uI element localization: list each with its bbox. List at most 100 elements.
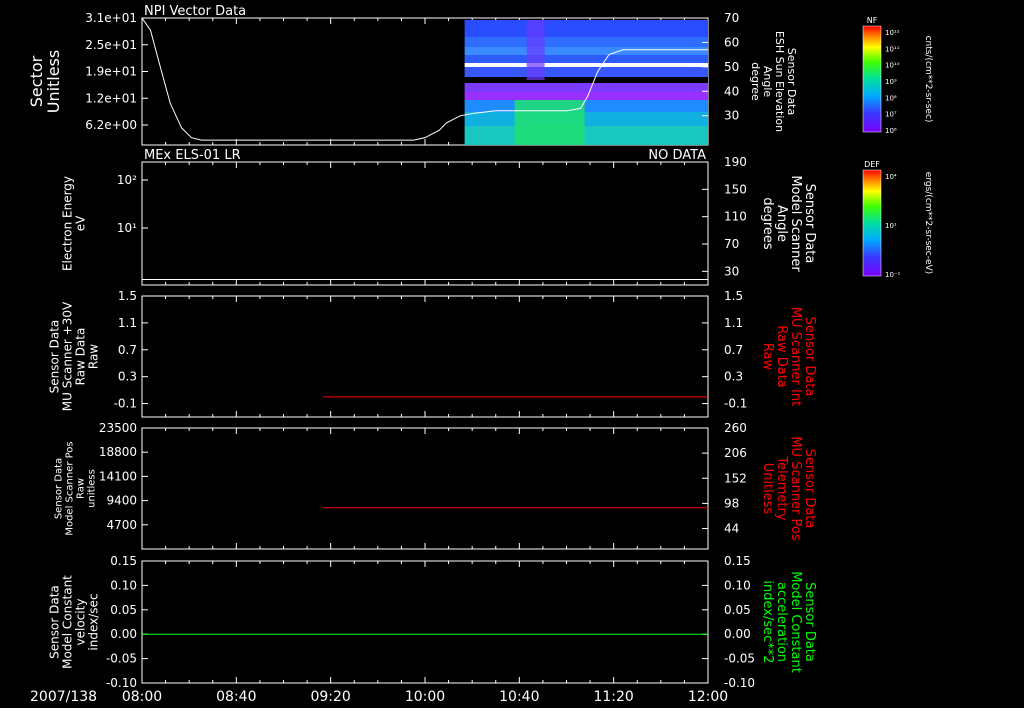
ylabel-left: MU Scanner +30V [61, 301, 75, 411]
ytick-right-label: 44 [724, 522, 739, 536]
time-tick-label: 11:20 [593, 689, 633, 705]
colorbar-gradient [862, 169, 882, 277]
ytick-right-label: 70 [724, 11, 739, 25]
colorbar-tick-label: 10⁷ [885, 111, 897, 119]
ytick-right-label: 30 [724, 264, 739, 278]
ylabel-left: Raw [76, 478, 87, 499]
ytick-left-label: 0.00 [110, 627, 137, 641]
ytick-left-label: 6.2e+00 [85, 118, 137, 132]
ytick-right-label: -0.1 [724, 397, 747, 411]
panel-right-title: NO DATA [648, 148, 706, 163]
spectrogram [464, 20, 708, 145]
ytick-left-label: 9400 [106, 494, 137, 508]
multi-panel-plot: 3.1e+01 2.5e+01 1.9e+01 1.2e+01 6.2e+00 70 60 5… [27, 4, 933, 705]
spectrogram-band [464, 37, 708, 47]
colorbar-tick-label: 10⁶ [885, 127, 897, 135]
ytick-right-label: 0.7 [724, 343, 743, 357]
ytick-left-label: 10¹ [117, 221, 137, 235]
ytick-right-label: 110 [724, 210, 747, 224]
ylabel-right: Raw [760, 343, 775, 371]
ylabel-right: Unitless [760, 463, 775, 515]
ylabel-left: Model Scanner Pos [65, 441, 76, 535]
spectrogram-hot-region [514, 100, 585, 145]
spectrogram-band [464, 83, 708, 92]
ytick-left-label: 10² [117, 173, 137, 187]
colorbar-units: cnts/(cm**2-sr-sec) [923, 36, 933, 123]
ytick-left-label: 0.05 [110, 603, 137, 617]
colorbar-label: DEF [864, 160, 880, 169]
ytick-right-label: 1.1 [724, 316, 743, 330]
time-tick-label: 10:00 [405, 689, 445, 705]
ylabel-right: index/sec**2 [760, 580, 775, 663]
colorbar-1: NF 10¹² 10¹¹ 10¹⁰ 10⁹ 10⁸ 10⁷ 10⁶ cnts/(cm**2-sr… [862, 16, 933, 135]
ytick-right-label: 98 [724, 496, 739, 510]
spectrogram-band [464, 100, 708, 112]
ylabel-right: Model Scanner [788, 175, 803, 272]
panel-3: 1.5 1.1 0.7 0.3 -0.1 1.5 1.1 0.7 0.3 -0.1 Sensor D… [48, 289, 817, 418]
spectrogram-band [464, 67, 708, 77]
ytick-right-label: 0.15 [724, 554, 751, 568]
spectrogram-band [464, 77, 708, 83]
time-tick-label: 08:00 [122, 689, 162, 705]
panel-5: 0.15 0.10 0.05 0.00 -0.05 -0.10 0.15 0.10 0.05 0.… [48, 554, 818, 690]
ylabel-left: Model Constant [61, 575, 75, 669]
ytick-left-label: 3.1e+01 [85, 11, 137, 25]
ytick-right-label: 40 [724, 84, 739, 98]
colorbar-label: NF [867, 16, 878, 25]
spectrogram-band [464, 63, 708, 67]
time-tick-label: 09:20 [310, 689, 350, 705]
spectrogram-band [464, 126, 708, 145]
ylabel-right: MU Scanner Pos [788, 436, 803, 541]
ytick-right-label: 0.3 [724, 370, 743, 384]
ytick-right-label: 0.05 [724, 603, 751, 617]
ytick-left-label: 0.15 [110, 554, 137, 568]
ylabel-right: Sensor Data [802, 317, 817, 397]
colorbar-tick-label: 10¹ [885, 222, 897, 230]
ylabel-left: unitless [87, 469, 98, 508]
ylabel-right: Sensor Data [802, 449, 817, 529]
ylabel-left: index/sec [87, 593, 101, 650]
ytick-right-label: 30 [724, 109, 739, 123]
spectrogram-column [526, 20, 545, 80]
colorbar-tick-label: 10⁴ [885, 173, 897, 181]
time-tick-label: 12:00 [688, 689, 728, 705]
ylabel-left: eV [74, 215, 88, 231]
ytick-left-label: 18800 [99, 445, 137, 459]
panel-4: 23500 18800 14100 9400 4700 260 206 152 98 44 Sens… [54, 421, 817, 550]
ylabel-right: Sensor Data [802, 582, 817, 662]
ytick-right-label: 60 [724, 35, 739, 49]
panel-1: 3.1e+01 2.5e+01 1.9e+01 1.2e+01 6.2e+00 70 60 5… [27, 4, 798, 146]
ytick-left-label: -0.1 [114, 397, 137, 411]
ytick-left-label: -0.10 [106, 676, 137, 690]
ytick-right-label: 1.5 [724, 289, 743, 303]
ylabel-right: Sensor Data [802, 184, 817, 264]
ylabel-right: Model Constant [788, 571, 803, 673]
ytick-right-label: 150 [724, 182, 747, 196]
date-label: 2007/138 [30, 689, 97, 705]
ylabel-left: Sensor Data [54, 458, 65, 519]
ytick-left-label: 0.7 [118, 343, 137, 357]
panel-2: 10² 10¹ 190 150 110 70 30 MEx ELS-01 LR NO DATA E… [61, 148, 817, 286]
spectrogram-band [464, 55, 708, 63]
ytick-right-label: 0.10 [724, 578, 751, 592]
ytick-left-label: 14100 [99, 469, 137, 483]
ylabel-right: degree [749, 62, 762, 101]
time-tick-label: 10:40 [499, 689, 539, 705]
panel-title: NPI Vector Data [144, 4, 246, 19]
ylabel-right: Telemetry [774, 455, 789, 520]
ytick-left-label: -0.05 [106, 652, 137, 666]
colorbar-tick-label: 10⁸ [885, 94, 897, 102]
ytick-right-label: -0.10 [724, 676, 755, 690]
ytick-left-label: 23500 [99, 421, 137, 435]
ylabel-left: Electron Energy [61, 176, 75, 271]
colorbar-tick-label: 10¹⁰ [885, 62, 900, 70]
ylabel-right: acceleration [774, 582, 789, 662]
colorbar-tick-label: 10⁹ [885, 78, 897, 86]
ytick-left-label: 1.9e+01 [85, 65, 137, 79]
ytick-left-label: 1.1 [118, 316, 137, 330]
ytick-left-label: 0.10 [110, 578, 137, 592]
ylabel-right: Angle [774, 205, 789, 242]
spectrogram-band [464, 20, 708, 37]
ylabel-right: degrees [760, 197, 775, 250]
colorbar-units: ergs/(cm**2-sr-sec-eV) [923, 172, 933, 274]
